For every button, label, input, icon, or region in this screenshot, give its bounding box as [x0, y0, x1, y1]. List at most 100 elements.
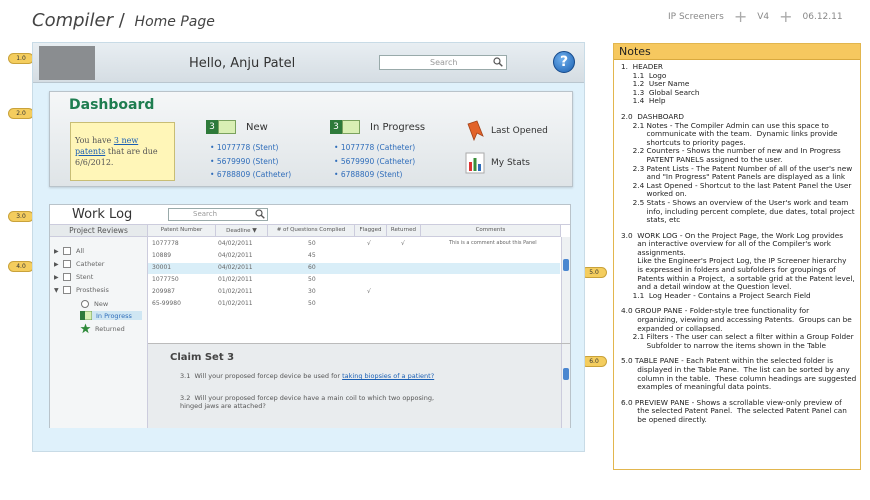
question-number: 3.2	[180, 394, 191, 402]
group-folder-catheter[interactable]: ▶ Catheter	[54, 260, 104, 268]
new-label: New	[246, 121, 268, 133]
new-counter[interactable]: 3 New	[206, 120, 268, 134]
user-greeting: Hello, Anju Patel	[189, 56, 296, 71]
cell-comment: This is a comment about this Panel	[449, 240, 537, 246]
column-header-returned[interactable]: Returned	[387, 225, 421, 237]
group-folder-prosthesis[interactable]: ▼ Prosthesis	[54, 286, 109, 294]
column-header-comments[interactable]: Comments	[421, 225, 561, 237]
expand-arrow-icon[interactable]: ▶	[54, 274, 63, 281]
my-stats-link[interactable]: My Stats	[465, 152, 530, 174]
new-count: 3	[206, 120, 218, 134]
column-header-questions[interactable]: # of Questions Complied	[268, 225, 355, 237]
work-log-panel: Work Log Search Project Reviews ▶ All ▶ Ca…	[49, 204, 571, 428]
column-header-deadline[interactable]: Deadline ▼	[216, 225, 268, 237]
folder-checkbox[interactable]	[63, 273, 71, 281]
patent-link[interactable]: 5679990 (Catheter)	[334, 155, 415, 169]
preview-question: 3.1 Will your proposed forcep device be …	[180, 372, 450, 380]
group-folder-stent[interactable]: ▶ Stent	[54, 273, 93, 281]
page-title-main: Compiler	[32, 10, 114, 31]
cell-questions: 50	[308, 240, 316, 247]
filter-label: In Progress	[96, 311, 132, 320]
folder-checkbox[interactable]	[63, 286, 71, 294]
dashboard-title: Dashboard	[69, 97, 155, 113]
preview-question: 3.2 Will your proposed forcep device hav…	[180, 394, 450, 410]
patent-link[interactable]: 1077778 (Catheter)	[334, 141, 415, 155]
question-text: Will your proposed forcep device have a …	[180, 394, 435, 410]
dashboard-panel: Dashboard You have 3 new patents that ar…	[49, 91, 573, 187]
in-progress-label: In Progress	[370, 121, 426, 133]
search-placeholder: Search	[430, 58, 458, 67]
global-search-input[interactable]: Search	[379, 55, 507, 70]
search-icon[interactable]	[493, 57, 503, 71]
patent-link[interactable]: 5679990 (Stent)	[210, 155, 291, 169]
page-subtitle: Home Page	[134, 14, 215, 30]
project-search-input[interactable]: Search	[168, 208, 268, 221]
filter-new[interactable]: New	[80, 299, 108, 309]
plus-icon: +	[779, 7, 793, 26]
cell-questions: 45	[308, 252, 316, 259]
cell-questions: 60	[308, 264, 316, 271]
group-label: All	[76, 247, 85, 255]
preview-title: Claim Set 3	[170, 352, 235, 363]
notes-block: 2.0 DASHBOARD 2.1 Notes - The Compiler A…	[621, 111, 855, 225]
table-row-selected[interactable]: 30001 04/02/2011 60	[148, 263, 560, 274]
star-icon	[80, 323, 91, 334]
scrollbar-thumb[interactable]	[563, 259, 569, 271]
notes-block: 6.0 PREVIEW PANE - Shows a scrollable vi…	[621, 397, 847, 424]
cell-returned: √	[401, 240, 405, 247]
cell-patent: 1077750	[152, 276, 179, 283]
help-button[interactable]: ?	[553, 51, 575, 73]
circle-icon	[81, 300, 89, 308]
in-progress-counter-bar	[342, 120, 360, 134]
notes-title: Notes	[614, 44, 860, 60]
preview-pane: Claim Set 3 3.1 Will your proposed force…	[148, 343, 570, 428]
new-counter-bar	[218, 120, 236, 134]
search-icon[interactable]	[255, 209, 265, 223]
callout-marker: 1.0	[8, 53, 34, 64]
folder-checkbox[interactable]	[63, 260, 71, 268]
sort-down-icon[interactable]: ▼	[252, 227, 257, 234]
expand-arrow-icon[interactable]: ▶	[54, 261, 63, 268]
question-number: 3.1	[180, 372, 191, 380]
table-row[interactable]: 209987 01/02/2011 30 √	[148, 287, 560, 298]
in-progress-counter[interactable]: 3 In Progress	[330, 120, 425, 134]
filter-label: New	[94, 300, 109, 308]
cell-questions: 50	[308, 276, 316, 283]
cell-deadline: 04/02/2011	[218, 240, 253, 247]
filter-in-progress[interactable]: In Progress	[80, 311, 142, 320]
table-scrollbar[interactable]	[561, 237, 570, 343]
table-row[interactable]: 1077778 04/02/2011 50 √ √ This is a comm…	[148, 239, 560, 250]
collapse-arrow-icon[interactable]: ▼	[54, 287, 63, 294]
screen-label: IP Screeners	[668, 12, 724, 22]
folder-checkbox[interactable]	[63, 247, 71, 255]
new-patent-list: 1077778 (Stent) 5679990 (Stent) 6788809 …	[210, 141, 291, 182]
logo[interactable]	[39, 46, 95, 80]
group-label: Prosthesis	[76, 286, 109, 294]
work-log-header: Work Log Search	[50, 205, 570, 225]
admin-note: You have 3 new patents that are due 6/6/…	[70, 122, 175, 181]
notes-block: 4.0 GROUP PANE - Folder-style tree funct…	[621, 306, 854, 350]
table-row[interactable]: 10889 04/02/2011 45	[148, 251, 560, 262]
question-link[interactable]: taking biopsies of a patient?	[342, 372, 434, 380]
bookmark-icon	[467, 120, 484, 142]
page-title: Compiler / Home Page	[32, 10, 215, 31]
notes-block: 1. HEADER 1.1 Logo 1.2 User Name 1.3 Glo…	[621, 62, 700, 106]
patent-link[interactable]: 6788809 (Catheter)	[210, 168, 291, 182]
table-row[interactable]: 65-99980 01/02/2011 50	[148, 299, 560, 310]
patent-link[interactable]: 1077778 (Stent)	[210, 141, 291, 155]
cell-patent: 30001	[152, 264, 172, 271]
filter-label: Returned	[95, 324, 125, 333]
preview-scrollbar[interactable]	[561, 344, 570, 428]
notes-block: 5.0 TABLE PANE - Each Patent within the …	[621, 356, 857, 392]
expand-arrow-icon[interactable]: ▶	[54, 248, 63, 255]
patent-link[interactable]: 6788809 (Stent)	[334, 168, 415, 182]
scrollbar-thumb[interactable]	[563, 368, 569, 380]
table-row[interactable]: 1077750 01/02/2011 50	[148, 275, 560, 286]
group-folder-all[interactable]: ▶ All	[54, 247, 84, 255]
cell-patent: 10889	[152, 252, 172, 259]
column-header-patent[interactable]: Patent Number	[148, 225, 216, 237]
column-header-flagged[interactable]: Flagged	[355, 225, 387, 237]
last-opened-link[interactable]: Last Opened	[465, 120, 548, 142]
cell-flagged: √	[367, 240, 371, 247]
filter-returned[interactable]: Returned	[80, 323, 125, 334]
